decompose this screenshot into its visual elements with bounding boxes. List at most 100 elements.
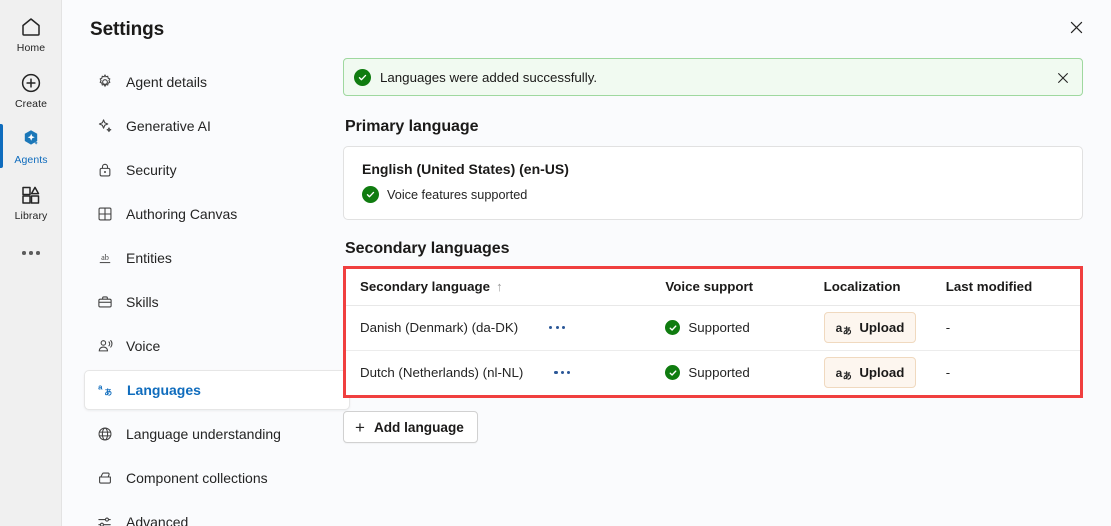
sidebar-item-agent-details-label: Agent details xyxy=(126,74,207,90)
table-header-row: Secondary language ↑ Voice support Locali… xyxy=(346,269,1080,306)
success-check-icon xyxy=(362,186,379,203)
column-header-localization[interactable]: Localization xyxy=(809,269,932,306)
add-language-button[interactable]: + Add language xyxy=(343,411,478,443)
column-header-secondary-language[interactable]: Secondary language ↑ xyxy=(346,269,652,306)
settings-panel: Settings Agent details Generative AI Sec… xyxy=(62,0,1111,526)
cell-localization: aあ Upload xyxy=(809,305,932,351)
sort-ascending-icon: ↑ xyxy=(496,279,503,295)
primary-language-voice-status: Voice features supported xyxy=(362,186,1064,203)
rail-item-home-label: Home xyxy=(16,41,46,54)
success-check-icon xyxy=(665,320,681,335)
cell-language: Danish (Denmark) (da-DK) xyxy=(346,305,652,351)
primary-language-name: English (United States) (en-US) xyxy=(362,161,569,177)
sparkle-icon xyxy=(96,117,114,135)
secondary-languages-highlight-box: Secondary language ↑ Voice support Locali… xyxy=(343,266,1083,398)
sidebar-item-authoring-canvas[interactable]: Authoring Canvas xyxy=(84,194,350,234)
upload-button-label: Upload xyxy=(859,320,905,335)
globe-icon xyxy=(96,425,114,443)
more-options-icon xyxy=(554,371,571,375)
table-row[interactable]: Dutch (Netherlands) (nl-NL) Supported a … xyxy=(346,350,1080,395)
grid-icon xyxy=(96,205,114,223)
rail-item-create-label: Create xyxy=(14,97,48,110)
add-language-button-label: Add language xyxy=(373,419,464,435)
briefcase-icon xyxy=(96,293,114,311)
library-icon xyxy=(19,183,43,207)
sidebar-item-agent-details[interactable]: Agent details xyxy=(84,62,350,102)
page-title: Settings xyxy=(90,19,165,40)
primary-language-heading: Primary language xyxy=(345,118,479,135)
language-name: Dutch (Netherlands) (nl-NL) xyxy=(360,365,524,381)
rail-item-create[interactable]: Create xyxy=(0,62,62,118)
sidebar-item-skills[interactable]: Skills xyxy=(84,282,350,322)
settings-nav: Agent details Generative AI Security Aut… xyxy=(72,62,362,526)
more-options-icon xyxy=(22,251,40,255)
column-header-secondary-language-label: Secondary language xyxy=(360,279,491,295)
table-row[interactable]: Danish (Denmark) (da-DK) Supported a あ U… xyxy=(346,305,1080,351)
svg-text:ab: ab xyxy=(101,253,109,262)
upload-localization-button[interactable]: aあ Upload xyxy=(823,357,917,389)
panel-header: Settings xyxy=(62,0,1111,54)
sidebar-item-generative-ai-label: Generative AI xyxy=(126,118,211,134)
sidebar-item-component-collections-label: Component collections xyxy=(126,470,268,486)
upload-button-label: Upload xyxy=(859,365,905,381)
banner-dismiss-button[interactable] xyxy=(1049,64,1076,91)
sidebar-item-languages[interactable]: a あ Languages xyxy=(84,370,350,410)
cell-localization: aあ Upload xyxy=(810,350,932,395)
svg-text:あ: あ xyxy=(104,388,112,397)
sidebar-item-voice[interactable]: Voice xyxy=(84,326,350,366)
secondary-languages-heading: Secondary languages xyxy=(345,240,510,257)
secondary-languages-table: Secondary language ↑ Voice support Locali… xyxy=(346,269,1080,395)
voice-support-label: Supported xyxy=(688,365,750,381)
sidebar-item-voice-label: Voice xyxy=(126,338,161,354)
rail-item-agents-label: Agents xyxy=(14,153,48,166)
cell-voice-support: Supported xyxy=(651,350,809,395)
upload-localization-button[interactable]: aあ Upload xyxy=(823,312,917,343)
home-icon xyxy=(19,15,43,39)
row-more-options-button[interactable] xyxy=(551,362,573,384)
rail-item-library[interactable]: Library xyxy=(0,174,62,230)
sidebar-item-authoring-canvas-label: Authoring Canvas xyxy=(126,206,238,222)
column-header-voice-support[interactable]: Voice support xyxy=(651,269,810,306)
success-check-icon xyxy=(665,365,681,381)
column-header-last-modified[interactable]: Last modified xyxy=(931,269,1080,306)
success-banner: Languages were added successfully. xyxy=(343,58,1083,96)
success-check-icon xyxy=(354,68,371,86)
cell-last-modified: - xyxy=(931,305,1080,351)
sidebar-item-generative-ai[interactable]: Generative AI xyxy=(84,106,350,146)
voice-support-label: Supported xyxy=(688,320,750,335)
rail-item-agents[interactable]: Agents xyxy=(0,118,62,174)
sidebar-item-component-collections[interactable]: Component collections xyxy=(84,458,350,498)
cell-voice-support: Supported xyxy=(651,305,810,351)
sidebar-item-language-understanding[interactable]: Language understanding xyxy=(84,414,350,454)
close-icon xyxy=(1070,21,1082,33)
rail-item-library-label: Library xyxy=(14,209,48,222)
plus-icon: + xyxy=(355,417,365,437)
primary-language-card: English (United States) (en-US) Voice fe… xyxy=(343,146,1083,220)
sidebar-item-advanced[interactable]: Advanced xyxy=(84,502,350,526)
sidebar-item-security-label: Security xyxy=(126,162,177,178)
cell-last-modified: - xyxy=(945,365,951,381)
rail-more-options-button[interactable] xyxy=(0,230,62,276)
success-banner-message: Languages were added successfully. xyxy=(380,69,598,85)
translate-icon: aあ xyxy=(835,365,852,381)
cell-language: Dutch (Netherlands) (nl-NL) xyxy=(346,350,651,395)
svg-text:a: a xyxy=(98,382,103,391)
plus-circle-icon xyxy=(19,71,43,95)
collection-icon xyxy=(96,469,114,487)
lock-icon xyxy=(96,161,114,179)
sidebar-item-language-understanding-label: Language understanding xyxy=(126,426,281,442)
gear-icon xyxy=(96,73,114,91)
sliders-icon xyxy=(96,513,114,526)
sidebar-item-entities[interactable]: ab Entities xyxy=(84,238,350,278)
close-button[interactable] xyxy=(1060,11,1092,43)
language-name: Danish (Denmark) (da-DK) xyxy=(360,320,519,335)
sidebar-item-skills-label: Skills xyxy=(126,294,159,310)
sidebar-item-security[interactable]: Security xyxy=(84,150,350,190)
ab-underline-icon: ab xyxy=(96,249,114,267)
close-icon xyxy=(1057,72,1068,83)
more-options-icon xyxy=(549,325,566,330)
translate-icon: aあ xyxy=(835,320,852,336)
sidebar-item-languages-label: Languages xyxy=(127,382,201,398)
row-more-options-button[interactable] xyxy=(546,317,568,339)
rail-item-home[interactable]: Home xyxy=(0,6,62,62)
